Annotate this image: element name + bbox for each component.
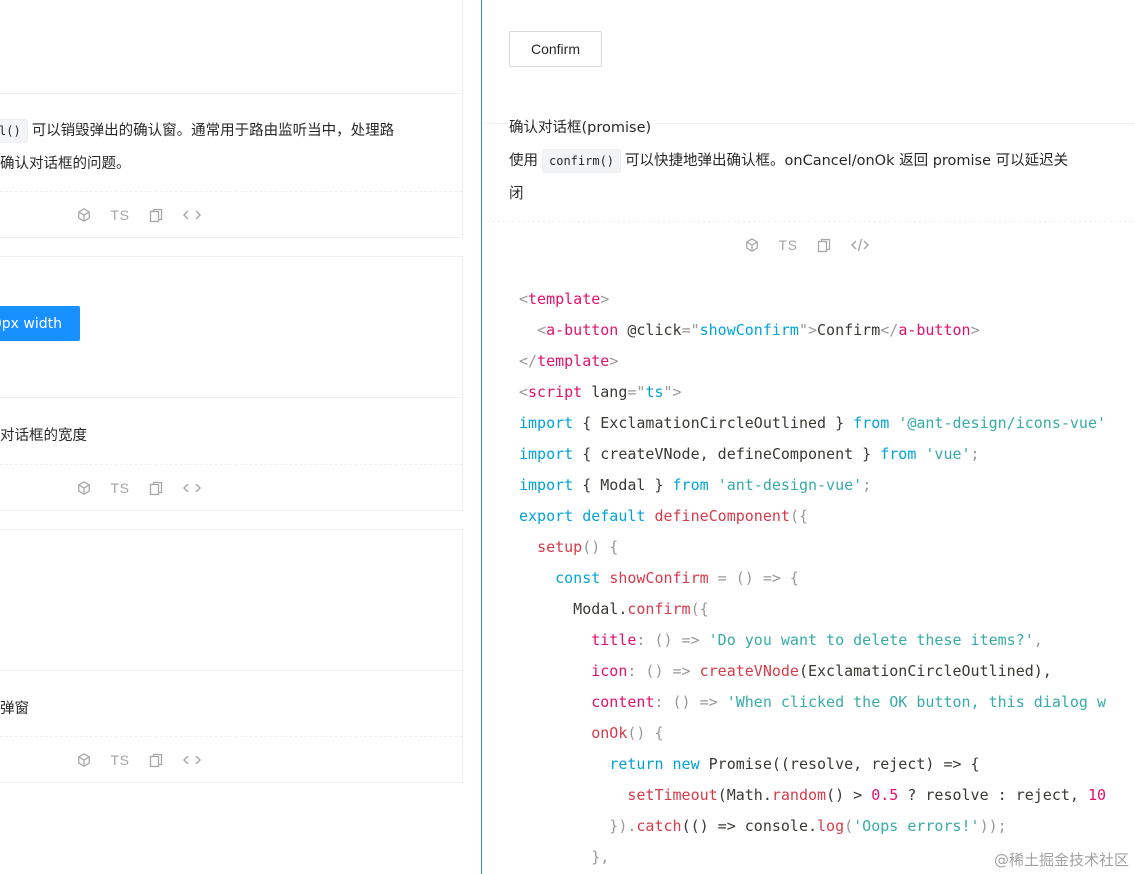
inline-code: confirm() <box>542 149 622 173</box>
demo-card-promise: Confirm 确认对话框(promise) 使用 confirm() 可以快捷地弹… <box>481 0 1135 874</box>
custom-width-button[interactable]: 0px width <box>0 306 80 341</box>
demo-actions: TS <box>74 478 218 498</box>
code-icon[interactable] <box>182 750 202 770</box>
code-icon[interactable] <box>182 205 202 225</box>
codesandbox-icon[interactable] <box>74 478 94 498</box>
card-description-line2: 确认对话框的问题。 <box>0 156 131 172</box>
demo-actions: TS <box>74 750 218 770</box>
code-block: <template> <a-button @click="showConfirm… <box>519 284 1106 873</box>
codesandbox-icon[interactable] <box>74 750 94 770</box>
typescript-toggle[interactable]: TS <box>110 478 130 498</box>
card-description: l() 可以销毁弹出的确认窗。通常用于路由监听当中，处理路 <box>0 119 394 143</box>
code-line: import { createVNode, defineComponent } … <box>519 445 980 463</box>
code-line: </template> <box>519 352 619 370</box>
codesandbox-icon[interactable] <box>74 205 94 225</box>
actions-divider <box>0 191 462 192</box>
demo-card-width <box>0 256 463 511</box>
code-line: return new Promise((resolve, reject) => … <box>609 755 980 773</box>
codesandbox-icon[interactable] <box>742 235 762 255</box>
code-line: import { ExclamationCircleOutlined } fro… <box>519 414 1107 432</box>
demo-description-line2: 闭 <box>509 186 524 202</box>
copy-icon[interactable] <box>146 750 166 770</box>
actions-divider <box>0 464 462 465</box>
copy-icon[interactable] <box>146 205 166 225</box>
copy-icon[interactable] <box>146 478 166 498</box>
demo-title: 确认对话框(promise) <box>509 116 658 137</box>
code-line: Modal.confirm({ <box>519 600 709 618</box>
copy-icon[interactable] <box>814 235 834 255</box>
typescript-toggle[interactable]: TS <box>778 235 798 255</box>
code-line: <template> <box>519 290 610 308</box>
card-description: 弹窗 <box>0 701 29 717</box>
card-divider <box>0 670 462 671</box>
code-line: import { Modal } from 'ant-design-vue'; <box>519 476 872 494</box>
inline-code: l() <box>0 119 28 143</box>
code-line: export default defineComponent({ <box>519 507 808 525</box>
code-line: }, <box>519 848 610 866</box>
code-icon[interactable] <box>182 478 202 498</box>
card-divider <box>0 397 462 398</box>
code-line: const showConfirm = () => { <box>555 569 799 587</box>
code-line: setup() { <box>537 538 619 556</box>
watermark: @稀土掘金技术社区 <box>993 851 1129 869</box>
typescript-toggle[interactable]: TS <box>110 205 130 225</box>
code-line: <a-button @click="showConfirm">Confirm</… <box>519 321 980 339</box>
typescript-toggle[interactable]: TS <box>110 750 130 770</box>
code-expanded-icon[interactable] <box>850 235 870 255</box>
card-description: 对话框的宽度 <box>0 428 87 444</box>
code-line: title: () => 'Do you want to delete thes… <box>591 631 1043 649</box>
card-divider <box>0 93 462 94</box>
demo-actions: TS <box>74 205 218 225</box>
code-line: icon: () => createVNode(ExclamationCircl… <box>591 662 1052 680</box>
demo-description: 使用 confirm() 可以快捷地弹出确认框。onCancel/onOk 返回 p… <box>509 149 1068 173</box>
actions-divider <box>0 736 462 737</box>
actions-divider <box>482 221 1135 222</box>
demo-card-static <box>0 529 463 783</box>
demo-actions: TS <box>742 235 886 255</box>
code-line: content: () => 'When clicked the OK butt… <box>591 693 1107 711</box>
code-line: <script lang="ts"> <box>519 383 682 401</box>
code-line: onOk() { <box>591 724 664 742</box>
code-line: setTimeout(Math.random() > 0.5 ? resolve… <box>627 786 1107 804</box>
code-line: }).catch(() => console.log('Oops errors!… <box>519 817 1007 835</box>
confirm-button[interactable]: Confirm <box>509 31 602 67</box>
